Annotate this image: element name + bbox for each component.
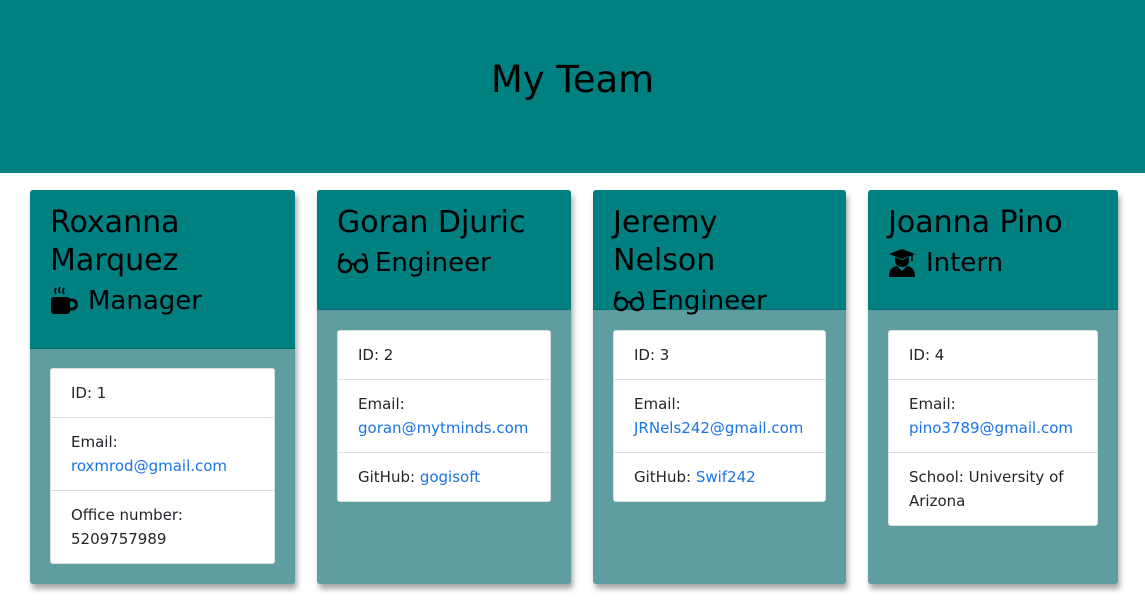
page-title: My Team [490,58,655,101]
employee-name: Goran Djuric [337,205,526,240]
email-link[interactable]: JRNels242@gmail.com [634,419,803,437]
employee-email-row: Email: goran@mytminds.com [338,380,550,453]
employee-role-label: Intern [926,248,1004,278]
employee-role: Intern [888,246,1098,280]
employee-id: ID: 2 [338,331,550,380]
employee-role: Engineer [613,284,826,318]
card-header: Goran Djuric Engineer [317,190,571,310]
employee-info-list: ID: 3 Email: JRNels242@gmail.com GitHub:… [613,330,826,502]
card-header: Joanna Pino Intern [868,190,1118,310]
email-label: Email: [909,395,956,413]
employee-id: ID: 3 [614,331,825,380]
office-number-value: 5209757989 [71,530,167,548]
employee-id: ID: 1 [51,369,274,418]
school-row: School: University of Arizona [889,453,1097,525]
employee-name: Jeremy Nelson [613,205,718,278]
office-number-label: Office number: [71,506,183,524]
office-number-row: Office number: 5209757989 [51,491,274,563]
email-label: Email: [71,433,118,451]
employee-name: Roxanna Marquez [50,205,180,278]
employee-info-list: ID: 4 Email: pino3789@gmail.com School: … [888,330,1098,526]
mug-icon [50,286,82,316]
employee-role-label: Engineer [375,248,491,278]
github-link[interactable]: Swif242 [696,468,756,486]
employee-email-row: Email: JRNels242@gmail.com [614,380,825,453]
employee-card-intern: Joanna Pino Intern ID: 4 Email: pino3789… [868,190,1118,584]
employee-email-row: Email: pino3789@gmail.com [889,380,1097,453]
employee-info-list: ID: 1 Email: roxmrod@gmail.com Office nu… [50,368,275,564]
page-header: My Team [0,0,1145,173]
employee-role: Engineer [337,246,551,280]
email-label: Email: [358,395,405,413]
glasses-icon [337,248,369,278]
employee-card-manager: Roxanna Marquez Manager ID: 1 Email: rox… [30,190,295,584]
github-label: GitHub: [634,468,692,486]
employee-name: Joanna Pino [888,205,1063,240]
school-label: School: [909,468,964,486]
email-label: Email: [634,395,681,413]
email-link[interactable]: goran@mytminds.com [358,419,528,437]
email-link[interactable]: roxmrod@gmail.com [71,457,227,475]
card-header: Jeremy Nelson Engineer [593,190,846,316]
graduate-icon [888,248,920,278]
github-label: GitHub: [358,468,416,486]
employee-role-label: Engineer [651,286,767,316]
email-link[interactable]: pino3789@gmail.com [909,419,1073,437]
github-row: GitHub: gogisoft [338,453,550,501]
employee-role-label: Manager [88,286,202,316]
glasses-icon [613,286,645,316]
employee-role: Manager [50,284,275,318]
employee-id: ID: 4 [889,331,1097,380]
github-row: GitHub: Swif242 [614,453,825,501]
github-link[interactable]: gogisoft [420,468,480,486]
employee-info-list: ID: 2 Email: goran@mytminds.com GitHub: … [337,330,551,502]
employee-email-row: Email: roxmrod@gmail.com [51,418,274,491]
card-header: Roxanna Marquez Manager [30,190,295,349]
employee-card-engineer: Goran Djuric Engineer ID: 2 Email: goran… [317,190,571,584]
employee-card-engineer: Jeremy Nelson Engineer ID: 3 Email: JRNe… [593,190,846,584]
